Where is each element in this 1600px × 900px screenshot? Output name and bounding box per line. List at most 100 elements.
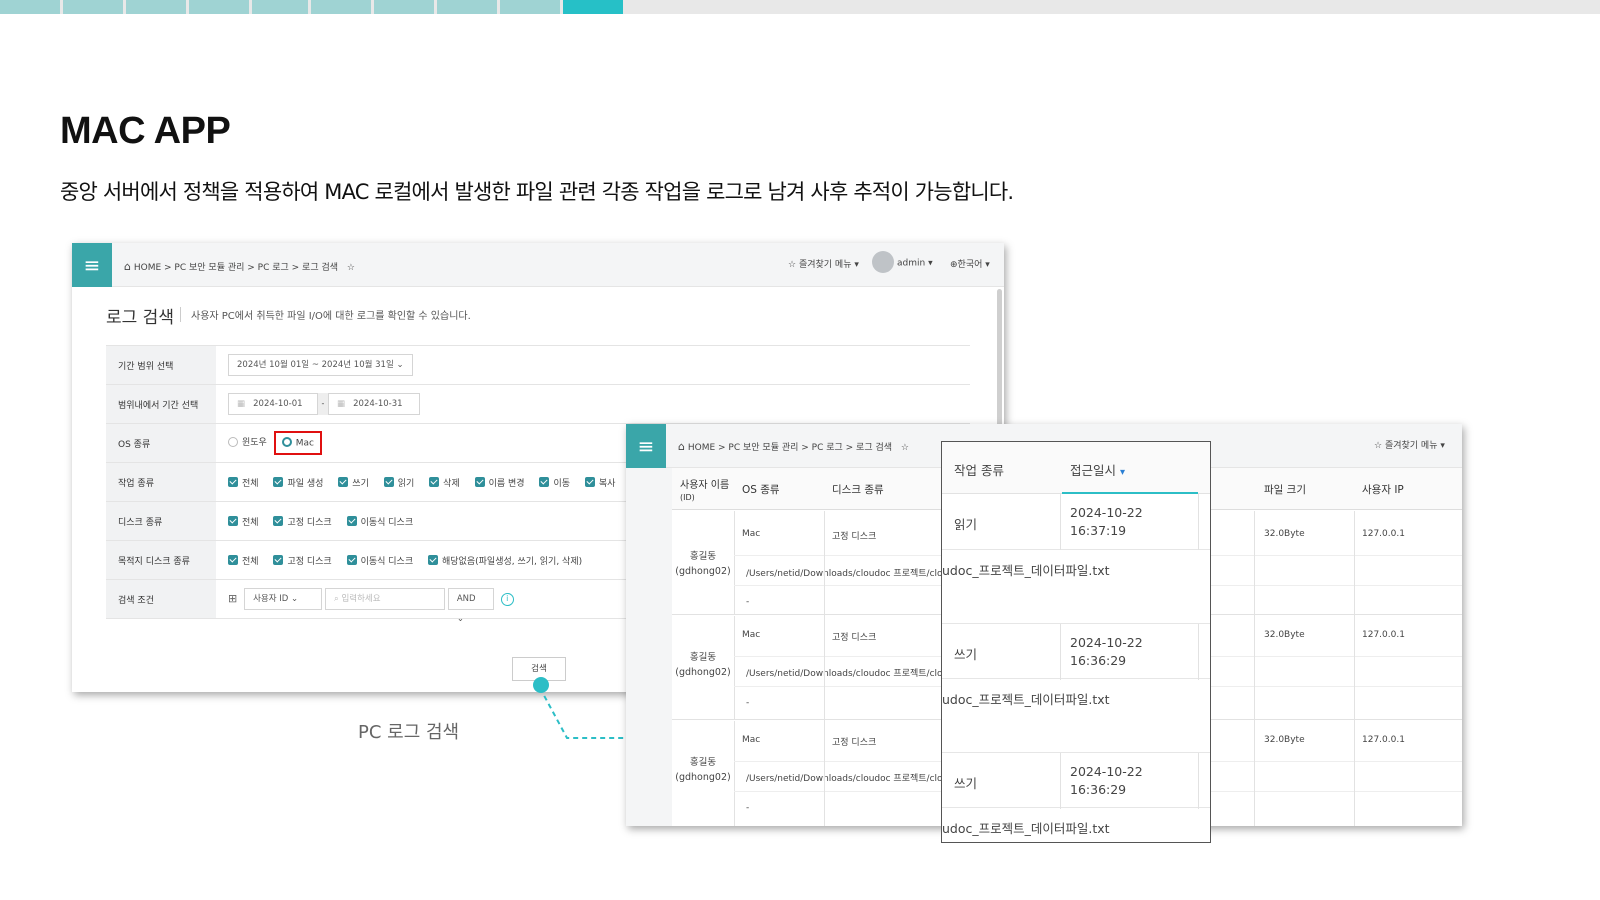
favorites-menu[interactable]: 즐겨찾기 메뉴 ▾ bbox=[1374, 438, 1445, 451]
period-label: 기간 범위 선택 bbox=[106, 345, 216, 385]
menu-icon[interactable]: ≡ bbox=[72, 243, 112, 287]
user-name: 홍길동 bbox=[689, 551, 717, 562]
screenshot-caption: PC 로그 검색 bbox=[358, 722, 460, 743]
target-disk-checkbox[interactable]: 이동식 디스크 bbox=[346, 555, 413, 567]
task-checkbox[interactable]: 읽기 bbox=[383, 477, 415, 489]
disk-checkbox[interactable]: 고정 디스크 bbox=[273, 516, 332, 528]
task-checkbox[interactable]: 쓰기 bbox=[338, 477, 369, 489]
os-cell: Mac bbox=[742, 529, 761, 539]
home-icon: ⌂ bbox=[678, 440, 685, 453]
os-windows-label: 윈도우 bbox=[242, 438, 267, 449]
progress-segment bbox=[437, 0, 497, 14]
sidebar-strip bbox=[626, 468, 672, 826]
ip-cell: 127.0.0.1 bbox=[1362, 529, 1405, 539]
progress-segment bbox=[500, 0, 560, 14]
user-menu[interactable]: admin ▾ bbox=[872, 251, 933, 274]
target-disk-checkbox[interactable]: 전체 bbox=[228, 555, 259, 567]
checkbox-label: 복사 bbox=[598, 478, 616, 489]
user-cell: 홍길동 (gdhong02) bbox=[672, 549, 734, 579]
page-description: 사용자 PC에서 취득한 파일 I/O에 대한 로그를 확인할 수 있습니다. bbox=[180, 307, 471, 322]
condition-placeholder: 입력하세요 bbox=[341, 594, 381, 604]
checkbox-label: 고정 디스크 bbox=[287, 517, 332, 528]
os-radio-windows[interactable]: 윈도우 bbox=[228, 436, 267, 449]
checkbox-label: 전체 bbox=[242, 517, 259, 528]
language-menu[interactable]: ⊕한국어 ▾ bbox=[950, 257, 990, 270]
popup-header: 작업 종류 접근일시 ▾ bbox=[942, 442, 1210, 494]
progress-segment bbox=[252, 0, 308, 14]
user-name: admin bbox=[897, 258, 926, 269]
file-name-cell: udoc_프로젝트_데이터파일.txt bbox=[942, 821, 1110, 836]
checkbox-label: 이름 변경 bbox=[488, 478, 525, 489]
target-disk-label: 목적지 디스크 종류 bbox=[106, 540, 216, 580]
favorites-menu[interactable]: 즐겨찾기 메뉴 ▾ bbox=[788, 257, 859, 270]
os-radio-mac[interactable]: Mac bbox=[273, 430, 322, 456]
condition-field-select[interactable]: 사용자 ID ⌄ bbox=[244, 588, 323, 610]
task-cell: 읽기 bbox=[954, 517, 978, 532]
path-cell: /Users/netid/Downloads/cloudoc 프로젝트/clou bbox=[746, 569, 949, 579]
checkbox-label: 이동 bbox=[553, 478, 571, 489]
start-date-input[interactable]: ▦ 2024-10-01 bbox=[228, 393, 318, 415]
header-access-time-label: 접근일시 bbox=[1070, 463, 1117, 478]
menu-icon[interactable]: ≡ bbox=[626, 424, 666, 468]
avatar bbox=[872, 251, 894, 273]
condition-operator-select[interactable]: AND ⌄ bbox=[447, 588, 494, 624]
slide-progress-bar bbox=[0, 0, 1600, 14]
task-checkbox[interactable]: 전체 bbox=[228, 477, 259, 489]
target-disk-checkbox[interactable]: 해당없음(파일생성, 쓰기, 읽기, 삭제) bbox=[428, 555, 582, 567]
ip-cell: 127.0.0.1 bbox=[1362, 735, 1405, 745]
size-cell: 32.0Byte bbox=[1264, 529, 1305, 539]
progress-segment bbox=[63, 0, 123, 14]
ip-cell: 127.0.0.1 bbox=[1362, 630, 1405, 640]
checkbox-label: 전체 bbox=[242, 556, 259, 567]
header-disk: 디스크 종류 bbox=[832, 484, 884, 496]
task-checkbox[interactable]: 이동 bbox=[539, 477, 571, 489]
info-icon[interactable]: i bbox=[500, 592, 514, 606]
os-label: OS 종류 bbox=[106, 423, 216, 463]
path-cell: /Users/netid/Downloads/cloudoc 프로젝트/clou bbox=[746, 669, 949, 679]
path-cell: /Users/netid/Downloads/cloudoc 프로젝트/clou bbox=[746, 774, 949, 784]
access-time: 16:36:29 bbox=[1070, 782, 1127, 797]
task-checkbox[interactable]: 복사 bbox=[584, 477, 616, 489]
column-divider bbox=[1254, 511, 1255, 826]
language-label: 한국어 bbox=[957, 260, 983, 270]
size-cell: 32.0Byte bbox=[1264, 735, 1305, 745]
disk-label: 디스크 종류 bbox=[106, 501, 216, 541]
star-icon[interactable] bbox=[901, 443, 909, 453]
favorites-label: 즐겨찾기 메뉴 bbox=[1384, 441, 1438, 451]
disk-cell: 고정 디스크 bbox=[832, 633, 877, 643]
date-separator: - bbox=[318, 393, 328, 415]
disk-checkbox[interactable]: 이동식 디스크 bbox=[346, 516, 413, 528]
star-icon[interactable] bbox=[347, 263, 355, 273]
header-user-label: 사용자 이름 bbox=[680, 480, 730, 491]
task-checkbox[interactable]: 파일 생성 bbox=[273, 477, 323, 489]
star-icon bbox=[788, 260, 796, 270]
checkbox-label: 고정 디스크 bbox=[287, 556, 332, 567]
user-name: 홍길동 bbox=[689, 652, 717, 663]
task-label: 작업 종류 bbox=[106, 462, 216, 502]
add-condition-icon[interactable]: ⊞ bbox=[228, 592, 237, 605]
task-checkbox[interactable]: 이름 변경 bbox=[474, 477, 525, 489]
start-date-value: 2024-10-01 bbox=[253, 399, 303, 409]
page-title: 로그 검색 bbox=[106, 308, 174, 328]
user-id: (gdhong02) bbox=[675, 566, 731, 577]
period-select[interactable]: 2024년 10월 01일 ~ 2024년 10월 31일 ⌄ bbox=[228, 354, 413, 376]
checkbox-label: 읽기 bbox=[397, 478, 415, 489]
disk-checkbox[interactable]: 전체 bbox=[228, 516, 259, 528]
column-divider bbox=[824, 511, 825, 826]
header-ip: 사용자 IP bbox=[1362, 484, 1404, 496]
task-checkbox[interactable]: 삭제 bbox=[429, 477, 460, 489]
header-size: 파일 크기 bbox=[1264, 484, 1306, 496]
globe-icon: ⊕ bbox=[950, 260, 958, 270]
access-time: 16:37:19 bbox=[1070, 523, 1127, 538]
header-access-time[interactable]: 접근일시 ▾ bbox=[1070, 460, 1125, 479]
condition-field-value: 사용자 ID bbox=[253, 594, 289, 604]
end-date-input[interactable]: ▦ 2024-10-31 bbox=[328, 393, 420, 415]
zoomed-detail-panel: 작업 종류 접근일시 ▾ 읽기 2024-10-22 16:37:19 udoc_… bbox=[941, 441, 1211, 843]
breadcrumb: ⌂ HOME > PC 보안 모듈 관리 > PC 로그 > 로그 검색 bbox=[124, 260, 355, 273]
target-disk-checkbox[interactable]: 고정 디스크 bbox=[273, 555, 332, 567]
range-label: 범위내에서 기간 선택 bbox=[106, 384, 216, 424]
condition-input[interactable]: ⌕ 입력하세요 bbox=[324, 588, 445, 610]
user-name: 홍길동 bbox=[689, 757, 717, 768]
progress-segment bbox=[189, 0, 249, 14]
header-task: 작업 종류 bbox=[954, 463, 1004, 478]
